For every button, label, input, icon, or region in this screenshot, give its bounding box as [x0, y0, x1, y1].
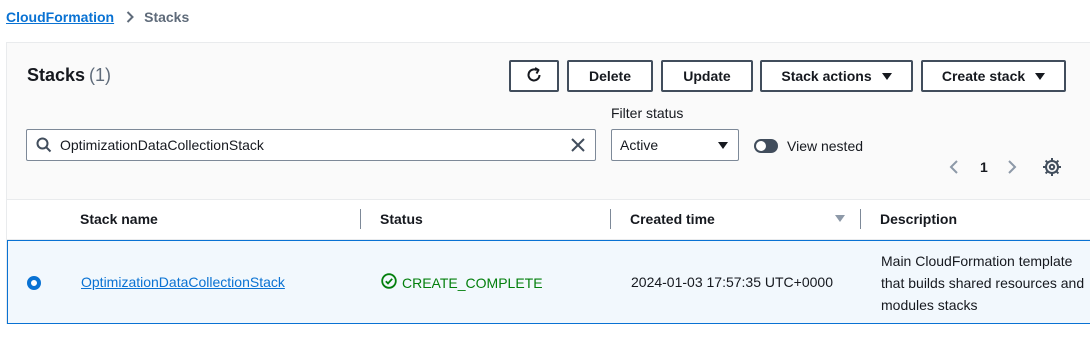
breadcrumb-cloudformation-link[interactable]: CloudFormation — [6, 9, 114, 25]
column-header-stack-name[interactable]: Stack name — [80, 211, 158, 227]
column-header-status[interactable]: Status — [380, 211, 423, 227]
breadcrumb: CloudFormation Stacks — [6, 7, 189, 27]
previous-page-button[interactable] — [949, 157, 959, 177]
table-row[interactable]: OptimizationDataCollectionStack CREATE_C… — [7, 240, 1090, 324]
table-header: Stack name Status Created time Descripti… — [7, 200, 1090, 240]
search-input[interactable]: OptimizationDataCollectionStack — [26, 129, 596, 161]
chevron-right-icon — [126, 11, 135, 23]
stack-count: (1) — [89, 65, 112, 85]
create-stack-button[interactable]: Create stack — [921, 60, 1066, 92]
view-nested-label: View nested — [787, 138, 864, 154]
stacks-panel: Stacks (1) Delete Update Stack actions Cr… — [6, 42, 1090, 324]
delete-button[interactable]: Delete — [567, 60, 653, 92]
check-circle-icon — [381, 273, 397, 292]
page-title-text: Stacks — [27, 65, 86, 85]
caret-down-icon — [1035, 72, 1046, 80]
update-button[interactable]: Update — [661, 60, 753, 92]
filter-status-label: Filter status — [611, 105, 684, 121]
stack-name-link[interactable]: OptimizationDataCollectionStack — [81, 274, 285, 290]
page-number[interactable]: 1 — [980, 157, 988, 177]
clear-icon[interactable] — [570, 137, 586, 153]
status-badge: CREATE_COMPLETE — [381, 273, 543, 292]
sort-descending-icon[interactable] — [835, 215, 845, 222]
page-title: Stacks (1) — [27, 63, 111, 87]
status-text: CREATE_COMPLETE — [402, 274, 543, 291]
stack-actions-button[interactable]: Stack actions — [760, 60, 913, 92]
stack-description: Main CloudFormation template that builds… — [881, 253, 1085, 313]
row-select-radio[interactable] — [27, 276, 41, 290]
panel-header: Stacks (1) Delete Update Stack actions Cr… — [7, 43, 1090, 200]
search-value[interactable]: OptimizationDataCollectionStack — [60, 137, 570, 153]
refresh-icon — [525, 66, 543, 87]
filter-status-value: Active — [620, 137, 659, 153]
column-divider[interactable] — [610, 209, 611, 229]
settings-gear-icon[interactable] — [1042, 157, 1062, 180]
next-page-button[interactable] — [1007, 157, 1017, 177]
create-stack-label: Create stack — [941, 68, 1026, 84]
filter-status-select[interactable]: Active — [611, 129, 739, 161]
column-divider[interactable] — [360, 209, 361, 229]
toggle-knob — [756, 141, 766, 151]
column-header-created-time[interactable]: Created time — [630, 211, 715, 227]
delete-button-label: Delete — [588, 68, 632, 84]
breadcrumb-current: Stacks — [144, 9, 190, 25]
caret-down-icon — [718, 141, 728, 149]
view-nested-toggle[interactable] — [754, 139, 778, 153]
column-divider[interactable] — [860, 209, 861, 229]
search-icon — [36, 137, 52, 153]
refresh-button[interactable] — [509, 60, 559, 92]
column-header-description[interactable]: Description — [880, 211, 957, 227]
update-button-label: Update — [683, 68, 731, 84]
caret-down-icon — [881, 72, 892, 80]
created-time: 2024-01-03 17:57:35 UTC+0000 — [631, 274, 833, 290]
stack-actions-label: Stack actions — [781, 68, 872, 84]
